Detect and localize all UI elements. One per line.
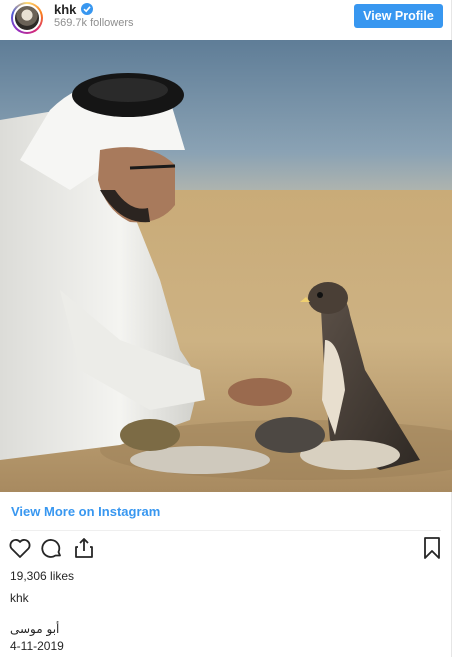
view-more-link[interactable]: View More on Instagram xyxy=(11,504,160,519)
divider xyxy=(11,530,441,531)
bookmark-icon[interactable] xyxy=(420,536,446,562)
post-header: khk 569.7k followers View Profile xyxy=(0,0,452,38)
share-icon[interactable] xyxy=(72,536,98,562)
verified-badge-icon xyxy=(81,3,93,15)
avatar-image xyxy=(13,4,41,32)
username[interactable]: khk xyxy=(54,2,76,17)
comment-icon[interactable] xyxy=(40,536,66,562)
action-bar xyxy=(0,536,452,564)
heart-icon[interactable] xyxy=(8,536,34,562)
post-photo xyxy=(0,40,452,492)
post-date: 4-11-2019 xyxy=(10,639,64,653)
caption-text: أبو موسى xyxy=(10,622,60,636)
likes-count: 19,306 likes xyxy=(10,569,75,583)
view-profile-button[interactable]: View Profile xyxy=(354,4,443,28)
followers-count: 569.7k followers xyxy=(54,17,134,29)
avatar[interactable] xyxy=(11,2,43,34)
instagram-embed: khk 569.7k followers View Profile View M… xyxy=(0,0,452,657)
caption-username[interactable]: khk xyxy=(10,591,29,605)
post-image[interactable] xyxy=(0,40,452,492)
